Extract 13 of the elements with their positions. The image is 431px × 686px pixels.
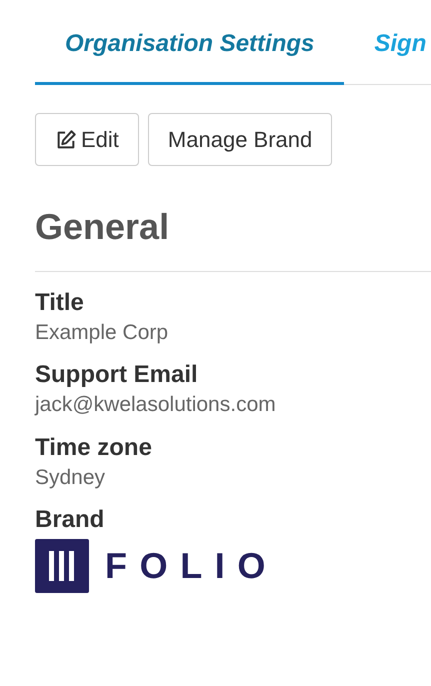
- edit-icon: [55, 128, 77, 150]
- brand-logo: FOLIO: [35, 538, 396, 593]
- field-value: jack@kwelasolutions.com: [35, 392, 277, 418]
- field-label: Time zone: [35, 432, 153, 462]
- section-title: General: [35, 205, 170, 249]
- field-label: Support Email: [35, 360, 199, 390]
- field-label: Title: [35, 288, 85, 318]
- edit-button[interactable]: Edit: [35, 113, 139, 166]
- manage-brand-button[interactable]: Manage Brand: [148, 113, 332, 166]
- tab[interactable]: Organisation Settings: [35, 26, 344, 85]
- field-label: Brand: [35, 504, 106, 535]
- field-value: Example Corp: [35, 320, 170, 346]
- field-value: Sydney: [35, 464, 106, 490]
